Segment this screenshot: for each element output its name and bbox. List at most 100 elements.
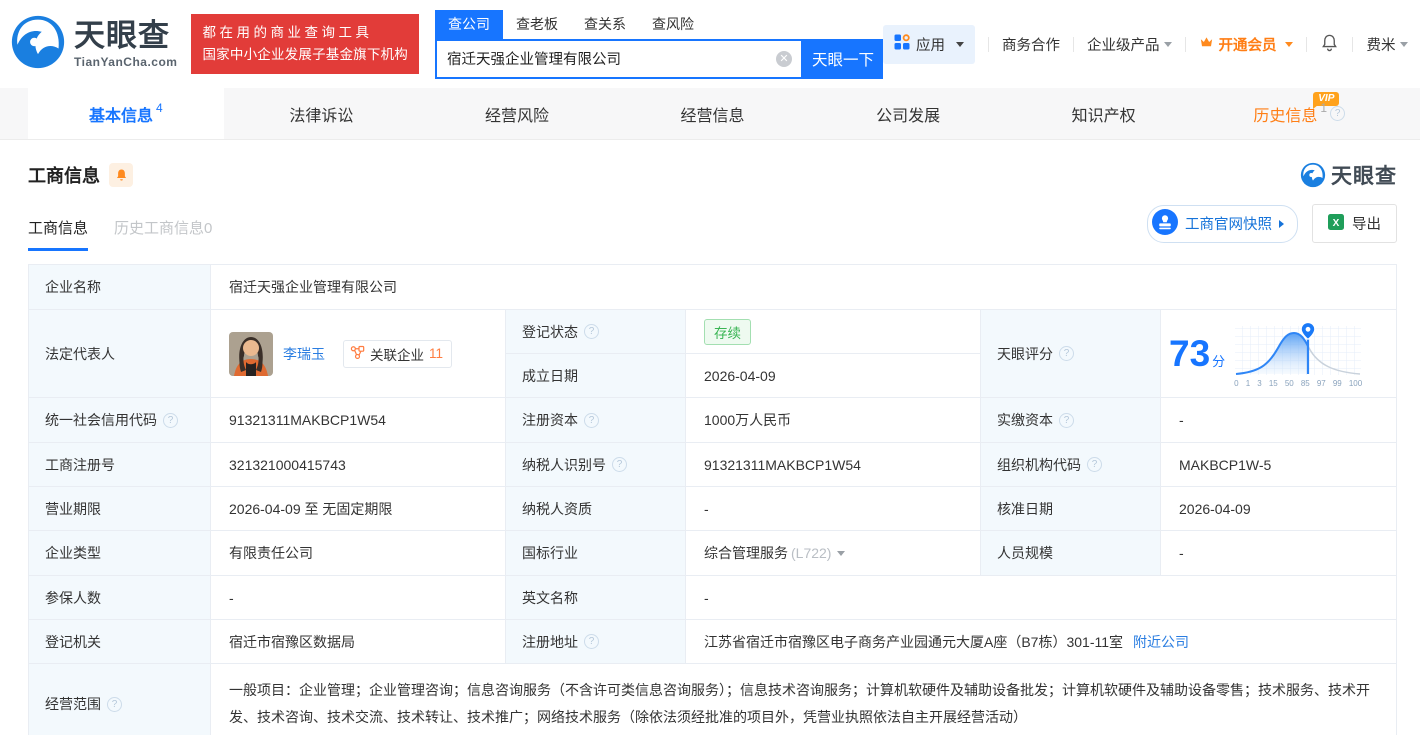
promo-banner: 都在用的商业查询工具 国家中小企业发展子基金旗下机构 — [191, 13, 419, 75]
field-value-english-name: - — [686, 576, 1396, 620]
export-button[interactable]: X 导出 — [1312, 204, 1397, 243]
related-label: 关联企业 — [370, 347, 424, 363]
export-label: 导出 — [1352, 217, 1381, 233]
excel-icon: X — [1328, 213, 1344, 234]
chevron-down-icon — [1164, 41, 1173, 47]
score-axis-ticks: 0 1 3 15 50 85 97 99 100 — [1234, 378, 1363, 388]
tab-count: 4 — [155, 100, 163, 115]
field-label-industry: 国标行业 — [506, 531, 686, 576]
official-snapshot-button[interactable]: 工商官网快照 — [1147, 204, 1298, 243]
field-value-reg-authority: 宿迁市宿豫区数据局 — [211, 620, 506, 664]
logo-title: 天眼查 — [74, 17, 170, 53]
field-value-business-term: 2026-04-09 至 无固定期限 — [211, 487, 506, 531]
legal-rep-name-link[interactable]: 李瑞玉 — [283, 344, 325, 364]
watermark-text: 天眼查 — [1331, 165, 1397, 188]
bell-icon — [1320, 33, 1339, 56]
help-icon[interactable]: ? — [1059, 346, 1074, 361]
search-tab-company[interactable]: 查公司 — [434, 9, 503, 39]
bell-icon — [116, 169, 126, 181]
field-value-approval-date: 2026-04-09 — [1161, 487, 1396, 531]
tianyancha-logo[interactable]: 天眼查 TianYanCha.com — [10, 14, 177, 75]
field-value-org-code: MAKBCP1W-5 — [1161, 443, 1396, 487]
score-unit: 分 — [1212, 354, 1226, 369]
chevron-down-icon — [955, 41, 964, 47]
open-vip-button[interactable]: 开通会员 — [1199, 34, 1294, 55]
help-icon[interactable]: ? — [612, 457, 627, 472]
field-value-reg-number: 321321000415743 — [211, 443, 506, 487]
field-value-reg-capital: 1000万人民币 — [686, 398, 981, 443]
field-value-taxpayer-qualification: - — [686, 487, 981, 531]
tab-company-development[interactable]: 公司发展 — [810, 88, 1006, 139]
help-icon[interactable]: ? — [584, 324, 599, 339]
nav-enterprise-products[interactable]: 企业级产品 — [1087, 34, 1173, 55]
search-button[interactable]: 天眼一下 — [802, 38, 883, 79]
promo-banner-line2: 国家中小企业发展子基金旗下机构 — [202, 47, 408, 62]
help-icon[interactable]: ? — [163, 412, 178, 428]
field-label-business-scope: 经营范围 ? — [29, 664, 211, 735]
business-info-table: 企业名称 宿迁天强企业管理有限公司 法定代表人 李瑞玉 关联企业 11 登记状态… — [28, 264, 1397, 735]
nav-cooperation[interactable]: 商务合作 — [1002, 34, 1060, 55]
help-icon[interactable]: ? — [1087, 457, 1102, 472]
snapshot-label: 工商官网快照 — [1185, 217, 1272, 233]
field-label-company-name: 企业名称 — [29, 265, 211, 310]
subtab-business-info[interactable]: 工商信息 — [28, 217, 89, 251]
field-label-reg-status: 登记状态 ? — [506, 310, 686, 354]
field-value-industry[interactable]: 综合管理服务 (L722) — [686, 531, 981, 576]
search-tab-boss[interactable]: 查老板 — [503, 10, 571, 39]
tab-basic-info[interactable]: 基本信息 4 — [28, 88, 224, 139]
field-label-taxpayer-id: 纳税人识别号 ? — [506, 443, 686, 487]
field-label-taxpayer-qualification: 纳税人资质 — [506, 487, 686, 531]
search-tabs: 查公司 查老板 查关系 查风险 — [434, 9, 883, 39]
search-tab-relation[interactable]: 查关系 — [571, 10, 639, 39]
field-label-reg-address: 注册地址 ? — [506, 620, 686, 664]
tab-label: 基本信息 — [88, 107, 153, 125]
nearby-companies-link[interactable]: 附近公司 — [1133, 632, 1189, 652]
help-icon[interactable]: ? — [107, 696, 122, 712]
help-icon[interactable]: ? — [1059, 412, 1074, 428]
tab-intellectual-property[interactable]: 知识产权 — [1006, 88, 1202, 139]
subtab-history-business-info[interactable]: 历史工商信息0 — [114, 217, 212, 251]
field-value-reg-address: 江苏省宿迁市宿豫区电子商务产业园通元大厦A座（B7栋）301-11室 附近公司 — [686, 620, 1396, 664]
main-content: 工商信息 天眼查 工商信息 历史工商信息0 工商官网快照 X 导出 企业名称 宿… — [0, 160, 1420, 735]
field-value-establish-date: 2026-04-09 — [686, 354, 981, 398]
company-tab-bar: 基本信息 4 法律诉讼 经营风险 经营信息 公司发展 知识产权 VIP 历史信息… — [0, 88, 1420, 140]
help-icon[interactable]: ? — [584, 634, 599, 649]
svg-text:X: X — [1333, 218, 1340, 229]
divider — [1352, 36, 1354, 52]
crown-icon — [1199, 35, 1214, 54]
score-value: 73 — [1169, 333, 1211, 374]
vip-label: 开通会员 — [1218, 37, 1277, 54]
enterprise-label: 企业级产品 — [1086, 37, 1160, 54]
chevron-down-icon[interactable] — [837, 550, 846, 556]
help-icon[interactable]: ? — [1330, 106, 1346, 121]
divider — [1185, 36, 1187, 52]
notifications-button[interactable] — [1320, 33, 1339, 56]
tab-label: 经营风险 — [484, 107, 549, 125]
field-label-approval-date: 核准日期 — [981, 487, 1161, 531]
legal-rep-avatar[interactable] — [229, 331, 273, 376]
tab-label: 历史信息 — [1253, 107, 1318, 125]
field-value-reg-status: 存续 — [686, 310, 981, 354]
search-tab-risk[interactable]: 查风险 — [639, 10, 707, 39]
field-label-reg-number: 工商注册号 — [29, 443, 211, 487]
tab-legal-litigation[interactable]: 法律诉讼 — [224, 88, 420, 139]
help-icon[interactable]: ? — [584, 412, 599, 428]
subscribe-bell-button[interactable] — [109, 163, 133, 187]
tab-operating-risk[interactable]: 经营风险 — [419, 88, 615, 139]
tab-operating-info[interactable]: 经营信息 — [615, 88, 811, 139]
field-value-paid-capital: - — [1161, 398, 1396, 443]
related-companies-badge[interactable]: 关联企业 11 — [343, 339, 453, 368]
apps-grid-icon — [894, 34, 910, 54]
tab-label: 法律诉讼 — [289, 107, 354, 125]
divider — [1072, 36, 1074, 52]
tab-history-info[interactable]: VIP 历史信息 1 ? — [1201, 88, 1397, 139]
field-label-paid-capital: 实缴资本 ? — [981, 398, 1161, 443]
user-menu[interactable]: 费米 — [1366, 34, 1409, 55]
divider — [1306, 36, 1308, 52]
search-input[interactable] — [436, 50, 776, 67]
apps-menu[interactable]: 应用 — [882, 24, 975, 64]
tab-label: 经营信息 — [680, 107, 745, 125]
clear-search-icon[interactable]: ✕ — [775, 50, 792, 67]
field-value-company-name: 宿迁天强企业管理有限公司 — [211, 265, 1396, 310]
section-title: 工商信息 — [28, 166, 100, 186]
